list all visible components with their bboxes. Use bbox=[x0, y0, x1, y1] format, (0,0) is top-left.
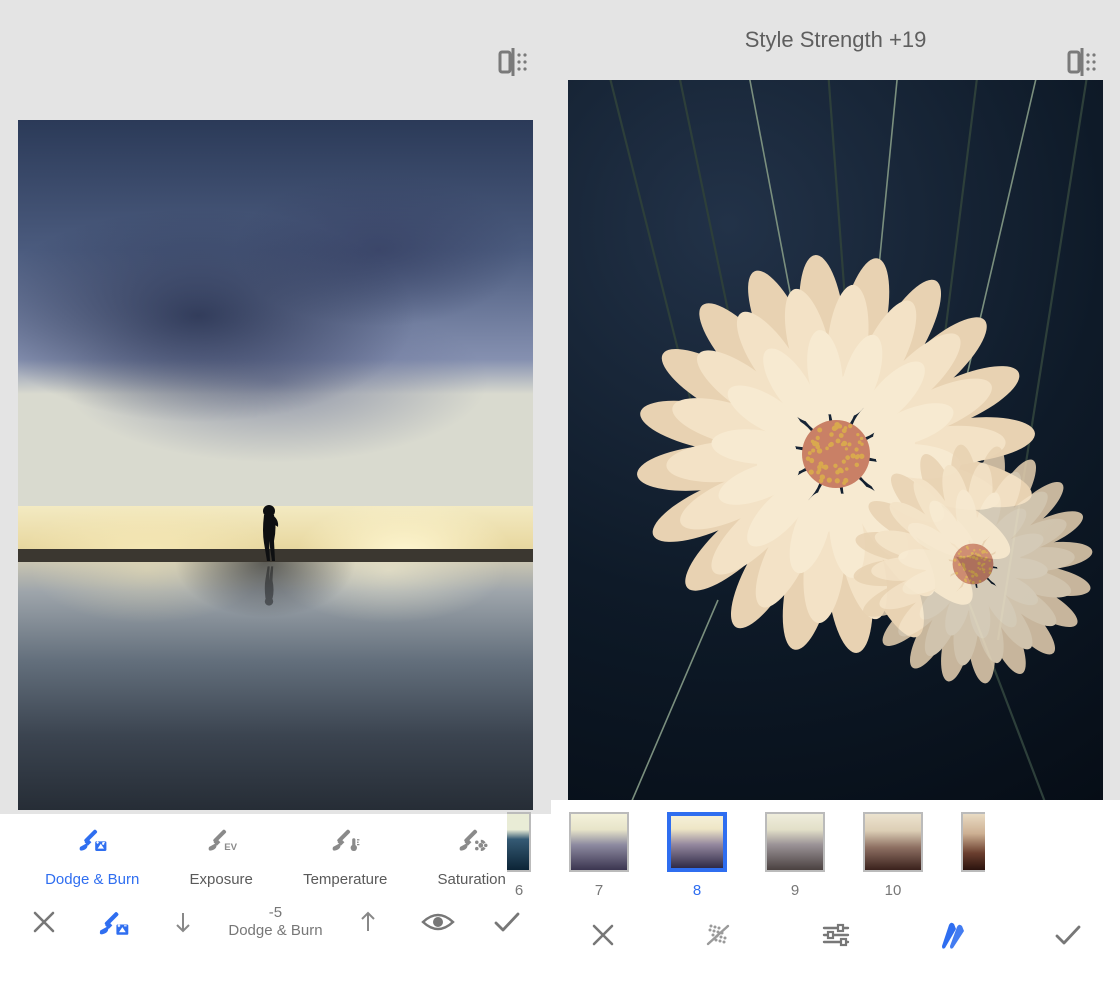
brush-icon: EV bbox=[205, 824, 237, 859]
right-canvas-frame bbox=[551, 80, 1120, 800]
tool-label: Saturation bbox=[437, 871, 505, 888]
slider-tool-name: Dodge & Burn bbox=[228, 922, 322, 940]
shuffle-button[interactable] bbox=[695, 920, 743, 950]
tool-label: Dodge & Burn bbox=[45, 871, 139, 888]
brush-icon bbox=[76, 824, 108, 859]
thumb-label: 7 bbox=[595, 882, 603, 899]
tool-dodge-burn[interactable]: Dodge & Burn bbox=[45, 824, 139, 888]
style-thumb-7[interactable]: 7 bbox=[569, 812, 629, 899]
left-canvas-frame bbox=[0, 120, 551, 810]
thumb-label: 9 bbox=[791, 882, 799, 899]
left-bottom-bar: -5 Dodge & Burn bbox=[0, 888, 551, 956]
style-edit-screen: Style Strength +19 bbox=[551, 0, 1120, 984]
left-header bbox=[0, 0, 551, 120]
brush-mode-button[interactable] bbox=[89, 907, 137, 937]
tool-exposure[interactable]: EV Exposure bbox=[190, 824, 253, 888]
brush-icon bbox=[456, 824, 488, 859]
decrease-button[interactable] bbox=[159, 911, 207, 933]
brush-tools-row: Dodge & Burn EV Exposure bbox=[0, 814, 551, 888]
header-title: Style Strength +19 bbox=[745, 27, 927, 53]
right-photo-canvas[interactable] bbox=[568, 80, 1103, 800]
style-thumb-11-partial[interactable] bbox=[961, 812, 985, 882]
thumb-label: 6 bbox=[515, 882, 523, 899]
apply-button[interactable] bbox=[1044, 923, 1092, 947]
increase-button[interactable] bbox=[344, 911, 392, 933]
style-thumb-9[interactable]: 9 bbox=[765, 812, 825, 899]
style-thumbnail-strip[interactable]: 6 7 8 9 10 bbox=[507, 800, 1120, 899]
cancel-button[interactable] bbox=[579, 922, 627, 948]
tool-temperature[interactable]: Temperature bbox=[303, 824, 387, 888]
thumb-label: 8 bbox=[693, 882, 701, 899]
tool-label: Temperature bbox=[303, 871, 387, 888]
style-thumb-10[interactable]: 10 bbox=[863, 812, 923, 899]
svg-text:EV: EV bbox=[224, 842, 237, 853]
slider-readout[interactable]: -5 Dodge & Burn bbox=[228, 904, 322, 940]
compare-button[interactable] bbox=[1066, 46, 1098, 78]
apply-button[interactable] bbox=[483, 910, 531, 934]
compare-button[interactable] bbox=[497, 46, 529, 78]
style-thumb-6-partial[interactable]: 6 bbox=[507, 812, 531, 899]
brush-edit-screen: Dodge & Burn EV Exposure bbox=[0, 0, 551, 984]
mask-view-button[interactable] bbox=[414, 911, 462, 933]
slider-value: -5 bbox=[228, 904, 322, 922]
thumb-label: 10 bbox=[885, 882, 902, 899]
brush-icon bbox=[329, 824, 361, 859]
right-bottom-bar bbox=[551, 899, 1120, 971]
left-photo-canvas[interactable] bbox=[18, 120, 533, 810]
styles-button[interactable] bbox=[928, 920, 976, 950]
adjust-button[interactable] bbox=[812, 921, 860, 949]
flower-secondary bbox=[847, 438, 1099, 690]
tool-saturation[interactable]: Saturation bbox=[437, 824, 505, 888]
right-header: Style Strength +19 bbox=[551, 0, 1120, 80]
style-thumb-8[interactable]: 8 bbox=[667, 812, 727, 899]
cancel-button[interactable] bbox=[20, 909, 68, 935]
tool-label: Exposure bbox=[190, 871, 253, 888]
